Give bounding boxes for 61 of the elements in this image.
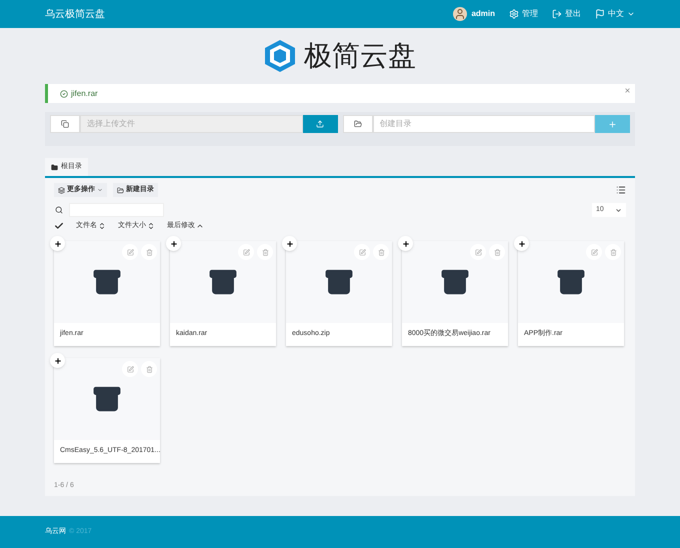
layers-icon (58, 186, 65, 194)
plus-icon (518, 240, 526, 248)
create-directory-button[interactable] (595, 115, 630, 133)
nav-link[interactable]: 管理 (522, 8, 538, 20)
select-button[interactable] (50, 236, 65, 251)
folder-icon (342, 115, 372, 133)
settings-icon (509, 9, 519, 19)
select-button[interactable] (398, 236, 413, 251)
avatar-icon (453, 7, 468, 21)
close-icon[interactable] (624, 87, 631, 94)
edit-icon (126, 248, 134, 256)
trash-icon (378, 248, 384, 256)
archive-icon (208, 267, 238, 297)
plus-icon (170, 240, 178, 248)
archive-icon (556, 267, 586, 297)
upload-button[interactable] (302, 115, 338, 133)
edit-icon (358, 248, 366, 256)
select-button[interactable] (50, 353, 65, 368)
alert-message: jifen.rar (71, 88, 98, 100)
plus-icon (608, 120, 617, 128)
nav-link[interactable]: 登出 (565, 8, 581, 20)
nav-link[interactable]: 中文 (608, 8, 624, 20)
flag-icon (595, 9, 605, 19)
upload-icon (316, 120, 324, 128)
plus-icon (54, 240, 62, 248)
plus-icon (286, 240, 294, 248)
caret-icon (615, 206, 622, 214)
copy-icon (50, 115, 80, 133)
trash-icon (146, 366, 152, 372)
archive-icon (324, 267, 354, 297)
caret-icon (627, 10, 635, 18)
plus-icon (402, 240, 410, 248)
user-link[interactable]: admin (471, 8, 495, 20)
list-view-icon[interactable] (616, 185, 626, 195)
archive-icon (92, 384, 122, 414)
upload-file-field[interactable]: 选择上传文件 (80, 115, 302, 133)
edit-icon (590, 248, 598, 256)
plus-icon (54, 356, 62, 364)
folder-icon (117, 186, 124, 194)
select-all-icon[interactable] (54, 221, 64, 231)
select-button[interactable] (514, 236, 529, 251)
folder-icon (51, 164, 58, 170)
logo-title: 极简云盘 (304, 39, 416, 73)
archive-icon (440, 267, 470, 297)
trash-icon (262, 248, 268, 256)
edit-icon (242, 248, 250, 256)
edit-icon (126, 366, 134, 372)
select-button[interactable] (166, 236, 181, 251)
archive-icon (92, 267, 122, 297)
brand-link[interactable]: 乌云极简云盘 (45, 6, 105, 22)
logo-icon (264, 39, 296, 73)
trash-icon (146, 248, 152, 256)
logout-icon (552, 9, 562, 19)
check-circle-icon (60, 90, 68, 98)
caret-icon (97, 187, 103, 193)
search-icon (55, 206, 63, 214)
edit-icon (474, 248, 482, 256)
trash-icon (610, 248, 616, 256)
trash-icon (494, 248, 500, 256)
directory-name-field[interactable]: 创建目录 (372, 115, 595, 133)
select-button[interactable] (282, 236, 297, 251)
